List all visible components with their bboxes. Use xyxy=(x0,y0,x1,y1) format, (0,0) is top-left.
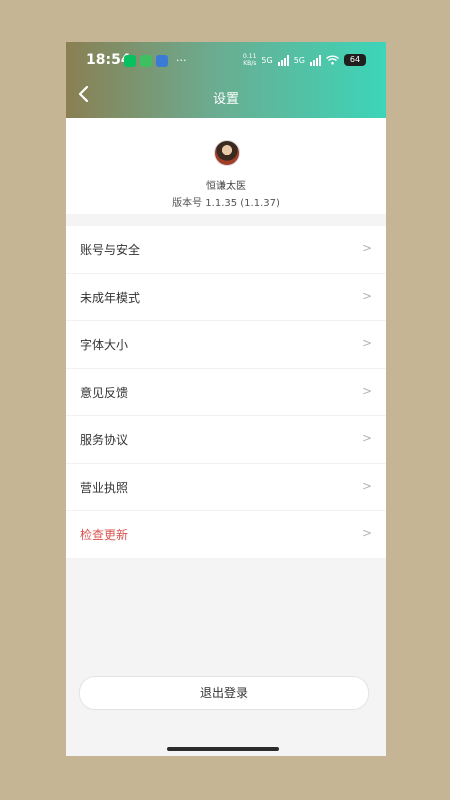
menu-item-service-agreement[interactable]: 服务协议 > xyxy=(66,416,386,464)
network-type-1: 5G xyxy=(261,55,273,65)
menu-item-label: 账号与安全 xyxy=(80,243,141,257)
settings-menu: 账号与安全 > 未成年模式 > 字体大小 > 意见反馈 > 服务协议 > 营业执… xyxy=(66,226,386,558)
app-icon xyxy=(156,54,168,67)
battery-icon: 64 xyxy=(344,54,366,66)
menu-item-label: 意见反馈 xyxy=(80,385,129,400)
net-speed-unit: KB/s xyxy=(243,60,257,67)
net-speed-value: 0.11 xyxy=(243,53,257,60)
menu-item-label: 检查更新 xyxy=(80,528,129,542)
chevron-right-icon: > xyxy=(361,288,372,303)
page-title: 设置 xyxy=(212,92,239,107)
menu-item-account-security[interactable]: 账号与安全 > xyxy=(66,226,386,274)
chevron-right-icon: > xyxy=(361,478,372,493)
background-frame xyxy=(0,0,450,42)
username: 恒谦太医 xyxy=(206,181,246,192)
network-type-2: 5G xyxy=(293,55,305,65)
chat-icon xyxy=(140,54,152,67)
logout-button[interactable]: 退出登录 xyxy=(79,676,369,710)
chevron-right-icon: > xyxy=(361,526,372,540)
menu-item-feedback[interactable]: 意见反馈 > xyxy=(66,369,386,416)
wechat-icon xyxy=(124,54,136,67)
chevron-right-icon: > xyxy=(361,336,372,350)
signal-icon xyxy=(277,54,289,66)
profile-card: 恒谦太医 版本号 1.1.35 (1.1.37) xyxy=(66,118,386,214)
status-indicators: 0.11 KB/s 5G 5G 64 xyxy=(243,53,366,67)
menu-item-label: 未成年模式 xyxy=(80,290,141,305)
status-app-icons: ··· xyxy=(124,54,187,67)
wifi-icon xyxy=(326,55,339,65)
menu-item-label: 营业执照 xyxy=(80,480,129,495)
menu-item-business-license[interactable]: 营业执照 > xyxy=(66,464,386,511)
menu-item-label: 字体大小 xyxy=(80,338,129,352)
net-speed: 0.11 KB/s xyxy=(243,53,256,67)
menu-item-minor-mode[interactable]: 未成年模式 > xyxy=(66,274,386,321)
more-notifications-icon: ··· xyxy=(176,54,187,67)
chevron-right-icon: > xyxy=(361,241,372,255)
version-text: 版本号 1.1.35 (1.1.37) xyxy=(172,198,280,209)
phone-screen: 18:54 ··· 0.11 KB/s 5G 5G 64 设置 恒谦太医 版本号… xyxy=(66,42,386,756)
home-indicator[interactable] xyxy=(167,747,279,751)
menu-item-check-update[interactable]: 检查更新 > xyxy=(66,511,386,558)
avatar[interactable] xyxy=(214,140,240,166)
chevron-right-icon: > xyxy=(361,431,372,445)
signal-icon-2 xyxy=(310,54,321,66)
menu-item-label: 服务协议 xyxy=(80,433,129,447)
header-bar: 18:54 ··· 0.11 KB/s 5G 5G 64 设置 xyxy=(66,42,386,118)
chevron-right-icon: > xyxy=(361,383,372,398)
menu-item-font-size[interactable]: 字体大小 > xyxy=(66,321,386,369)
